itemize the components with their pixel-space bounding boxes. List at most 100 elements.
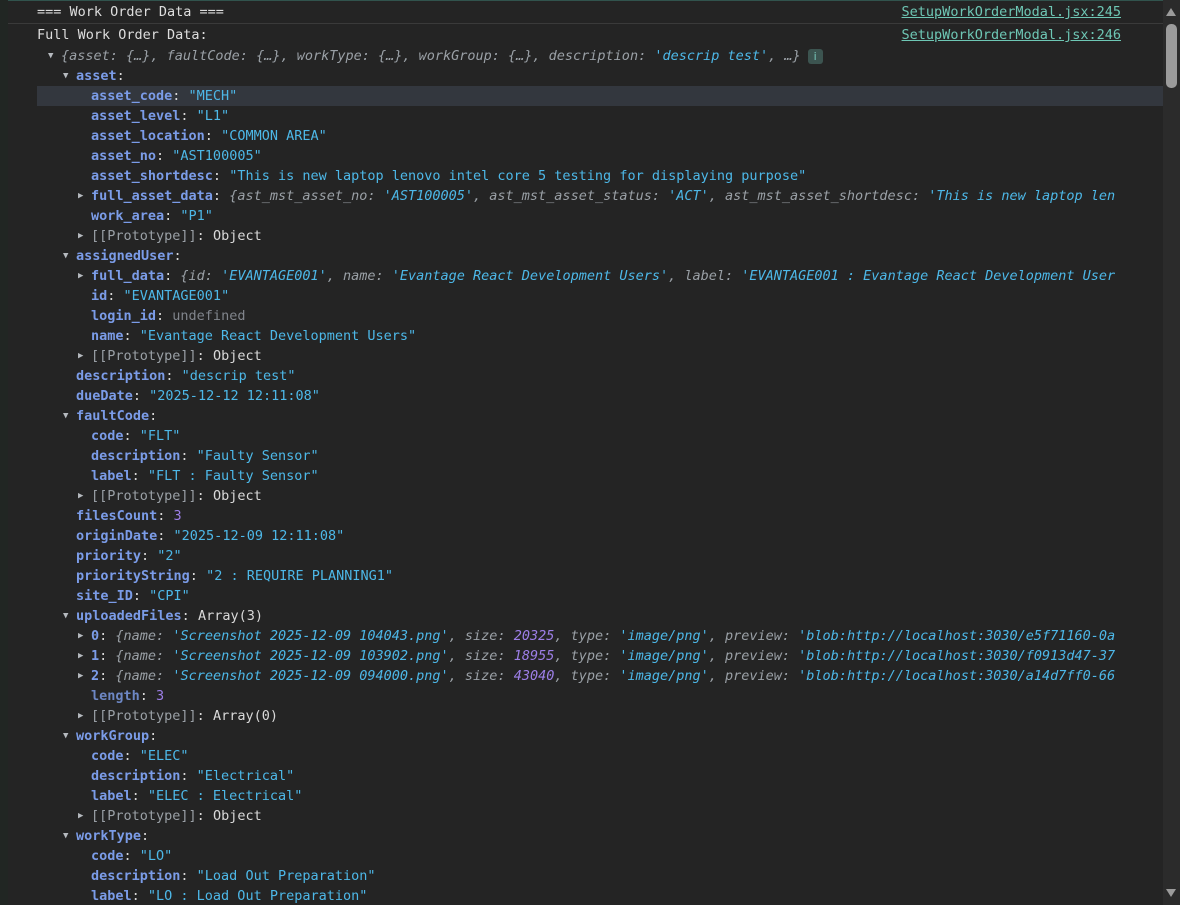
tree-row[interactable]: description: "descrip test" (0, 366, 1163, 386)
console-entry-work-order-data[interactable]: === Work Order Data === SetupWorkOrderMo… (0, 1, 1163, 24)
tree-row[interactable]: ▼{asset: {…}, faultCode: {…}, workType: … (0, 46, 1163, 66)
tree-row-segment: asset_code (91, 88, 172, 104)
tree-row[interactable]: ▶[[Prototype]]: Object (0, 346, 1163, 366)
tree-row[interactable]: ▼uploadedFiles: Array(3) (0, 606, 1163, 626)
tree-row[interactable]: priorityString: "2 : REQUIRE PLANNING1" (0, 566, 1163, 586)
tree-row-segment: label (91, 888, 132, 904)
disclosure-triangle-icon[interactable]: ▶ (78, 626, 91, 646)
tree-row[interactable]: ▶[[Prototype]]: Object (0, 226, 1163, 246)
tree-row-segment: site_ID (76, 588, 133, 604)
tree-row-segment: : (172, 88, 188, 104)
tree-row[interactable]: site_ID: "CPI" (0, 586, 1163, 606)
tree-row[interactable]: ▶[[Prototype]]: Object (0, 486, 1163, 506)
disclosure-triangle-icon[interactable]: ▶ (78, 486, 91, 506)
disclosure-triangle-icon[interactable]: ▶ (78, 346, 91, 366)
tree-row-segment: , ast_mst_asset_status: (473, 188, 668, 204)
source-link[interactable]: SetupWorkOrderModal.jsx:245 (902, 4, 1121, 20)
tree-row[interactable]: code: "LO" (0, 846, 1163, 866)
vertical-scrollbar[interactable] (1163, 0, 1180, 905)
scrollbar-thumb[interactable] (1166, 24, 1177, 88)
tree-row-segment: Object (213, 488, 262, 504)
tree-row-segment: : (164, 268, 180, 284)
disclosure-triangle-icon[interactable]: ▼ (63, 606, 76, 626)
tree-row-segment: : (133, 588, 149, 604)
disclosure-triangle-icon[interactable]: ▶ (78, 226, 91, 246)
tree-row-segment: , ast_mst_asset_shortdesc: (709, 188, 928, 204)
tree-row[interactable]: priority: "2" (0, 546, 1163, 566)
tree-row[interactable]: filesCount: 3 (0, 506, 1163, 526)
info-icon[interactable]: i (808, 49, 823, 64)
tree-row[interactable]: asset_level: "L1" (0, 106, 1163, 126)
object-tree: ▼{asset: {…}, faultCode: {…}, workType: … (0, 46, 1163, 905)
tree-row[interactable]: code: "ELEC" (0, 746, 1163, 766)
tree-row[interactable]: ▶full_asset_data: {ast_mst_asset_no: 'AS… (0, 186, 1163, 206)
tree-row-segment: 0 (91, 628, 99, 644)
tree-row[interactable]: description: "Electrical" (0, 766, 1163, 786)
tree-row[interactable]: label: "LO : Load Out Preparation" (0, 886, 1163, 905)
tree-row-segment: 20325 (514, 628, 555, 644)
console-entry-header[interactable]: Full Work Order Data: SetupWorkOrderModa… (0, 24, 1163, 46)
tree-row[interactable]: login_id: undefined (0, 306, 1163, 326)
tree-row[interactable]: asset_shortdesc: "This is new laptop len… (0, 166, 1163, 186)
tree-row-segment: "Load Out Preparation" (197, 868, 376, 884)
disclosure-triangle-icon[interactable]: ▼ (63, 246, 76, 266)
tree-row[interactable]: ▶full_data: {id: 'EVANTAGE001', name: 'E… (0, 266, 1163, 286)
tree-row[interactable]: label: "ELEC : Electrical" (0, 786, 1163, 806)
tree-row[interactable]: ▶[[Prototype]]: Object (0, 806, 1163, 826)
tree-row[interactable]: code: "FLT" (0, 426, 1163, 446)
scroll-down-arrow-icon[interactable] (1166, 889, 1176, 897)
disclosure-triangle-icon[interactable]: ▶ (78, 806, 91, 826)
tree-row-segment: [[Prototype]] (91, 488, 197, 504)
tree-row-segment: : (132, 788, 148, 804)
tree-row-segment: 2 (91, 668, 99, 684)
tree-row[interactable]: id: "EVANTAGE001" (0, 286, 1163, 306)
tree-row-segment: : (157, 528, 173, 544)
tree-row-segment: "2" (157, 548, 181, 564)
tree-row[interactable]: label: "FLT : Faulty Sensor" (0, 466, 1163, 486)
tree-row-segment: 'descrip test' (654, 48, 768, 64)
tree-row[interactable]: asset_location: "COMMON AREA" (0, 126, 1163, 146)
tree-row[interactable]: ▼faultCode: (0, 406, 1163, 426)
disclosure-triangle-icon[interactable]: ▼ (63, 726, 76, 746)
tree-row-segment: "Evantage React Development Users" (140, 328, 416, 344)
tree-row-segment: "descrip test" (182, 368, 296, 384)
disclosure-triangle-icon[interactable]: ▶ (78, 646, 91, 666)
tree-row-segment: 'image/png' (619, 668, 708, 684)
tree-row-segment: [[Prototype]] (91, 808, 197, 824)
tree-row[interactable]: work_area: "P1" (0, 206, 1163, 226)
tree-row-segment: : (190, 568, 206, 584)
disclosure-triangle-icon[interactable]: ▼ (63, 406, 76, 426)
tree-row[interactable]: description: "Faulty Sensor" (0, 446, 1163, 466)
tree-row[interactable]: ▶2: {name: 'Screenshot 2025-12-09 094000… (0, 666, 1163, 686)
tree-row[interactable]: length: 3 (0, 686, 1163, 706)
tree-row[interactable]: asset_code: "MECH" (37, 86, 1163, 106)
tree-row-segment: : (156, 308, 172, 324)
disclosure-triangle-icon[interactable]: ▶ (78, 706, 91, 726)
disclosure-triangle-icon[interactable]: ▶ (78, 666, 91, 686)
disclosure-triangle-icon[interactable]: ▼ (63, 66, 76, 86)
disclosure-triangle-icon[interactable]: ▶ (78, 186, 91, 206)
source-link[interactable]: SetupWorkOrderModal.jsx:246 (902, 27, 1121, 43)
tree-row[interactable]: ▼assignedUser: (0, 246, 1163, 266)
disclosure-triangle-icon[interactable]: ▶ (78, 266, 91, 286)
tree-row[interactable]: asset_no: "AST100005" (0, 146, 1163, 166)
console-left-gutter (0, 0, 8, 905)
tree-row[interactable]: ▶0: {name: 'Screenshot 2025-12-09 104043… (0, 626, 1163, 646)
tree-row[interactable]: ▼workGroup: (0, 726, 1163, 746)
tree-row-segment: label (91, 788, 132, 804)
tree-row[interactable]: ▼workType: (0, 826, 1163, 846)
tree-row[interactable]: name: "Evantage React Development Users" (0, 326, 1163, 346)
disclosure-triangle-icon[interactable]: ▼ (63, 826, 76, 846)
tree-row[interactable]: ▶1: {name: 'Screenshot 2025-12-09 103902… (0, 646, 1163, 666)
console-entry-full-work-order-data: Full Work Order Data: SetupWorkOrderModa… (0, 24, 1163, 905)
scroll-up-arrow-icon[interactable] (1166, 8, 1176, 16)
disclosure-triangle-icon[interactable]: ▼ (48, 46, 61, 66)
tree-row[interactable]: ▼asset: (0, 66, 1163, 86)
tree-row-segment: full_data (91, 268, 164, 284)
tree-row[interactable]: description: "Load Out Preparation" (0, 866, 1163, 886)
tree-row-segment: priorityString (76, 568, 190, 584)
tree-row[interactable]: dueDate: "2025-12-12 12:11:08" (0, 386, 1163, 406)
tree-row[interactable]: originDate: "2025-12-09 12:11:08" (0, 526, 1163, 546)
tree-row-segment: : (149, 408, 157, 424)
tree-row[interactable]: ▶[[Prototype]]: Array(0) (0, 706, 1163, 726)
